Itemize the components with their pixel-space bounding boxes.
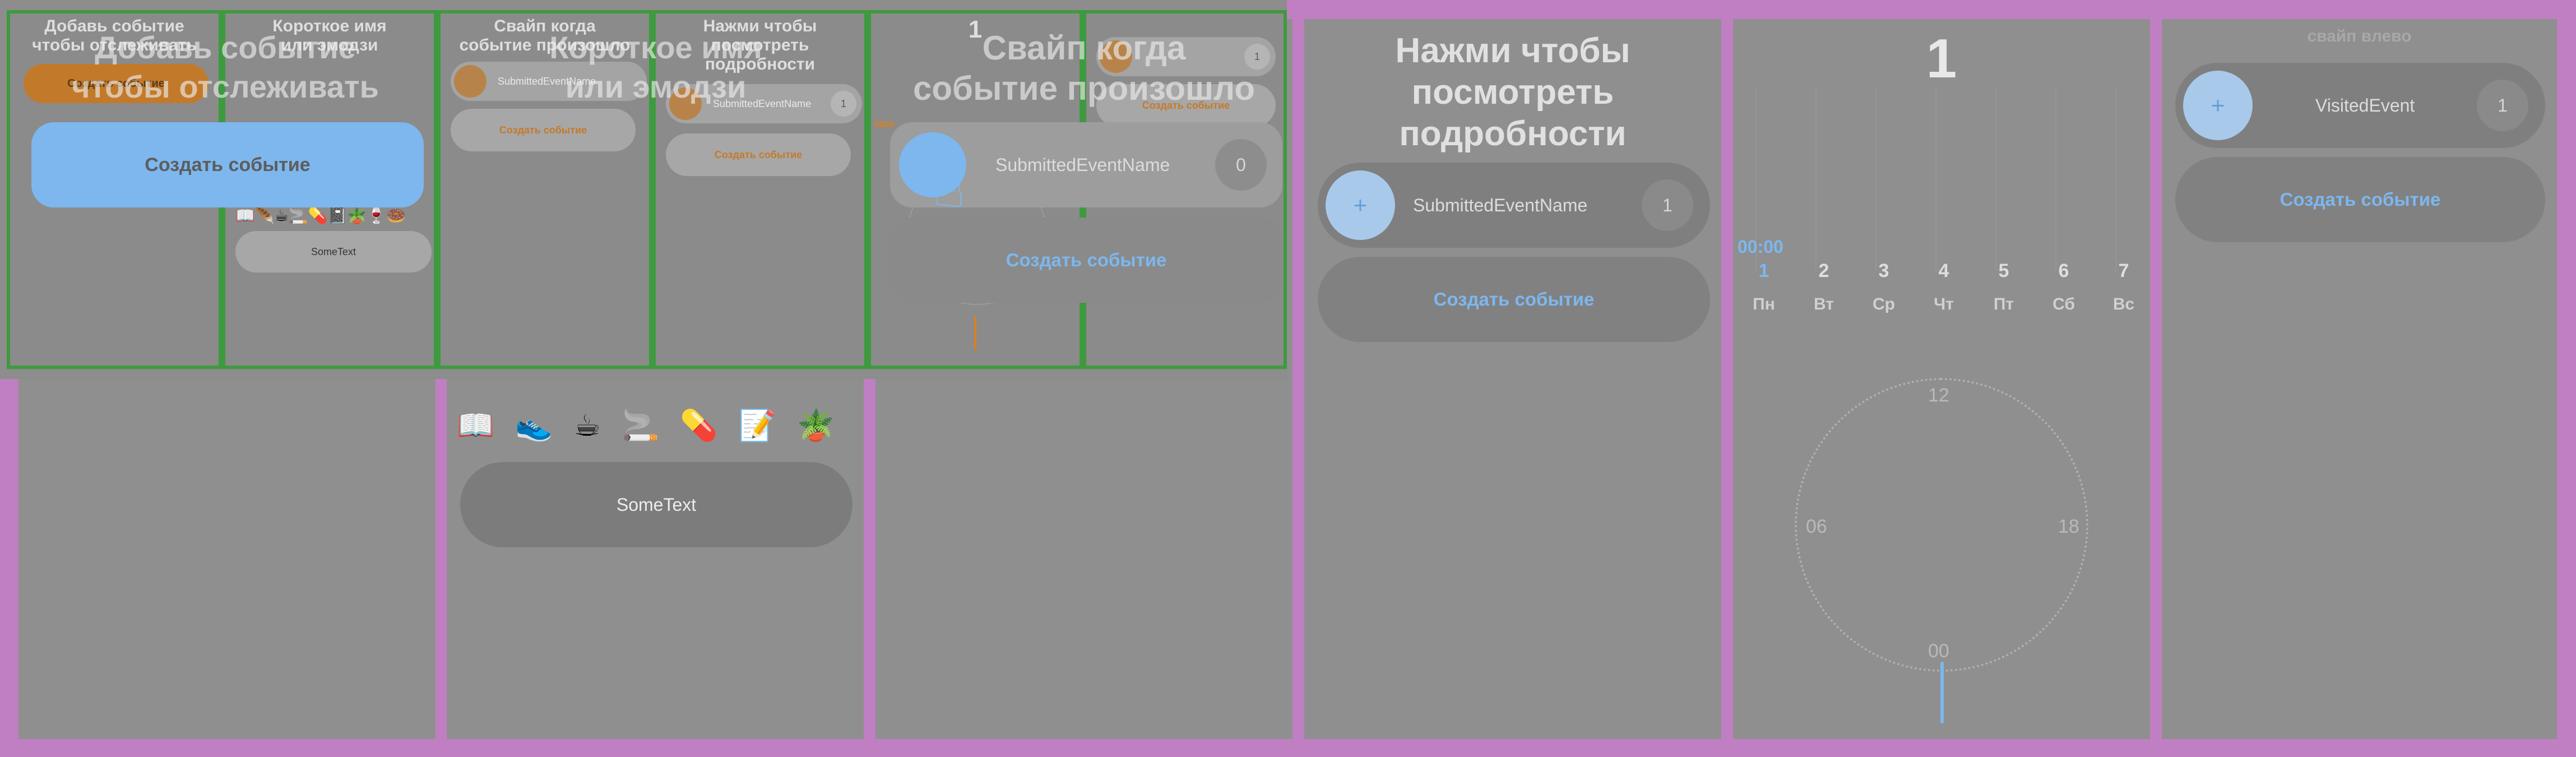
overlay-swipe-title: Свайп когда событие произошло <box>912 29 1255 107</box>
week-grid <box>1755 86 2137 271</box>
day-name: Вс <box>2112 295 2135 313</box>
mini-details-time: 0000 <box>874 120 895 130</box>
day-name: Сб <box>2053 295 2075 313</box>
day-number[interactable]: 5 <box>1987 260 2021 282</box>
day-names: Пн Вт Ср Чт Пт Сб Вс <box>1733 295 2150 317</box>
visited-event-count: 1 <box>2477 80 2528 131</box>
overlay-swipe-create[interactable]: Создать событие <box>890 218 1282 303</box>
clock-hand <box>1940 662 1944 723</box>
day-number[interactable]: 7 <box>2107 260 2141 282</box>
mini-tap-create[interactable]: Создать событие <box>666 133 851 176</box>
event-name: SubmittedEventName <box>1413 195 1588 215</box>
event-row[interactable]: + SubmittedEventName 1 <box>1318 163 1710 248</box>
mini-sometext-field[interactable]: SomeText <box>235 231 432 273</box>
day-number[interactable]: 1 <box>1747 260 1781 282</box>
emoji-shoe-icon[interactable]: 👟 <box>515 409 553 442</box>
emoji-plant-icon[interactable]: 🪴 <box>797 409 835 442</box>
day-clock <box>1795 378 2088 672</box>
day-number[interactable]: 2 <box>1807 260 1841 282</box>
screen-details: 1 00:00 1 2 3 4 5 6 7 Пн Вт Ср Чт Пт Сб … <box>1733 19 2150 739</box>
swipe-left-create-button[interactable]: Создать событие <box>2175 157 2545 242</box>
day-name: Вт <box>1814 295 1834 313</box>
preview-strip: Добавь событие чтобы отслеживать Создать… <box>0 0 1287 379</box>
details-time: 00:00 <box>1738 237 1783 257</box>
emoji-wine-icon[interactable]: 🍷 <box>855 409 864 442</box>
day-name: Пн <box>1753 295 1775 313</box>
day-name: Чт <box>1934 295 1954 313</box>
clock-label-06: 06 <box>1806 516 1827 537</box>
details-count: 1 <box>1926 27 1957 89</box>
emoji-pill-icon[interactable]: 💊 <box>680 409 717 442</box>
visited-event-name: VisitedEvent <box>2315 95 2415 116</box>
day-name: Ср <box>1873 295 1895 313</box>
create-event-button[interactable]: Создать событие <box>1318 257 1710 342</box>
day-number[interactable]: 3 <box>1867 260 1901 282</box>
overlay-short-title: Короткое имя или эмодзи <box>549 30 762 104</box>
clock-label-12: 12 <box>1928 385 1949 406</box>
emoji-cigarette-icon[interactable]: 🚬 <box>622 409 659 442</box>
screen-swipe-left: свайп влево + VisitedEvent 1 Создать соб… <box>2162 19 2557 739</box>
overlay-create-button[interactable]: Создать событие <box>31 122 424 207</box>
mini-emoji-row: 📖🪶☕🚬💊📓🪴🍷🍩 <box>235 207 406 224</box>
clock-label-18: 18 <box>2058 516 2079 537</box>
emoji-book-icon[interactable]: 📖 <box>457 409 494 442</box>
mini-clock-hand <box>974 316 976 350</box>
day-name: Пт <box>1993 295 2014 313</box>
hand-pointer-icon: ☝ <box>933 159 966 219</box>
visited-plus-button[interactable]: + <box>2183 71 2253 140</box>
emoji-coffee-icon[interactable]: ☕ <box>574 409 601 442</box>
short-name-value: SomeText <box>616 495 697 515</box>
tap-details-title: Нажми чтобы посмотреть подробности <box>1395 31 1630 153</box>
swipe-left-hint: свайп влево <box>2307 27 2412 45</box>
overlay-swipe-count: 0 <box>1215 139 1267 191</box>
clock-label-00: 00 <box>1928 640 1949 662</box>
overlay-add-title: Добавь событие чтобы отслеживать <box>71 30 379 104</box>
emoji-row: 📖 👟 ☕ 🚬 💊 📝 🪴 🍷 🍩 <box>457 406 864 445</box>
mini-swipe-create[interactable]: Создать событие <box>451 109 636 151</box>
emoji-memo-icon[interactable]: 📝 <box>739 409 776 442</box>
event-plus-button[interactable]: + <box>1326 170 1395 240</box>
day-numbers: 1 2 3 4 5 6 7 <box>1733 260 2150 283</box>
visited-event-row[interactable]: + VisitedEvent 1 <box>2175 63 2545 148</box>
screen-tap-details: Нажми чтобы посмотреть подробности + Sub… <box>1304 19 1721 739</box>
event-count: 1 <box>1642 179 1693 231</box>
day-number[interactable]: 4 <box>1927 260 1961 282</box>
overlay-swipe-name: SubmittedEventName <box>995 155 1170 175</box>
day-number[interactable]: 6 <box>2047 260 2081 282</box>
short-name-field[interactable]: SomeText <box>460 462 853 547</box>
